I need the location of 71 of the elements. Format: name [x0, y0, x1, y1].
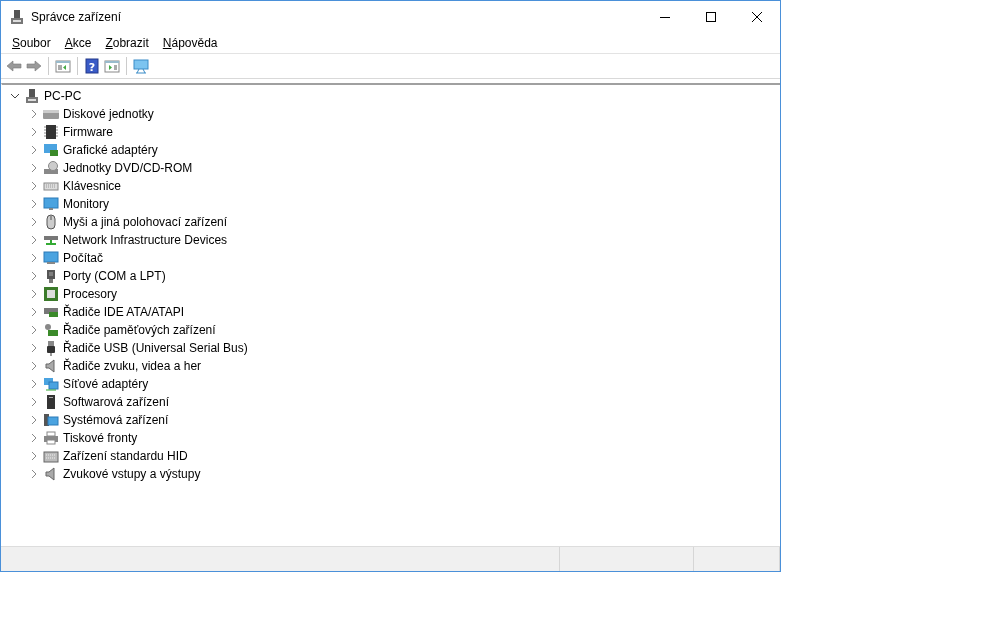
- keyboard-icon: [43, 448, 59, 464]
- app-icon: [9, 8, 25, 25]
- tree-item[interactable]: Síťové adaptéry: [63, 375, 149, 393]
- controller-card-icon: [43, 322, 59, 338]
- expand-chevron-icon[interactable]: [29, 253, 39, 263]
- tree-item[interactable]: Tiskové fronty: [63, 429, 138, 447]
- tree-item[interactable]: Systémová zařízení: [63, 411, 169, 429]
- tree-item[interactable]: Procesory: [63, 285, 118, 303]
- menu-item[interactable]: Soubor: [5, 33, 58, 52]
- menu-item[interactable]: Akce: [57, 33, 99, 52]
- expand-chevron-icon[interactable]: [29, 451, 39, 461]
- tree-item[interactable]: Diskové jednotky: [63, 105, 154, 123]
- processor-icon: [43, 286, 59, 302]
- tree-item[interactable]: Myši a jiná polohovací zařízení: [63, 213, 228, 231]
- tree-item[interactable]: Softwarová zařízení: [63, 393, 170, 411]
- back-arrow-icon[interactable]: [6, 58, 22, 74]
- tree-item[interactable]: Řadiče paměťových zařízení: [63, 321, 216, 339]
- expand-chevron-icon[interactable]: [29, 469, 39, 479]
- expand-chevron-icon[interactable]: [29, 235, 39, 245]
- expand-chevron-icon[interactable]: [29, 271, 39, 281]
- monitor-icon: [43, 196, 59, 212]
- menu-item[interactable]: Nápověda: [155, 33, 225, 52]
- forward-arrow-icon[interactable]: [26, 58, 42, 74]
- expand-chevron-icon[interactable]: [29, 379, 39, 389]
- mouse-icon: [43, 214, 59, 230]
- tree-item[interactable]: Network Infrastructure Devices: [63, 231, 228, 249]
- tree-item[interactable]: Zařízení standardu HID: [63, 447, 188, 465]
- expand-chevron-icon[interactable]: [29, 343, 39, 353]
- expand-chevron-icon[interactable]: [29, 109, 39, 119]
- monitor-icon: [43, 250, 59, 266]
- computer-icon: [43, 412, 59, 428]
- tree-item[interactable]: Firmware: [63, 123, 113, 141]
- tree-item[interactable]: Počítač: [63, 249, 104, 267]
- expand-chevron-icon[interactable]: [29, 145, 39, 155]
- expand-chevron-icon[interactable]: [29, 127, 39, 137]
- help-icon[interactable]: ?: [84, 58, 100, 74]
- optical-drive-icon: [43, 160, 59, 176]
- window-title: Správce zařízení: [31, 8, 123, 26]
- tree-item[interactable]: Grafické adaptéry: [63, 141, 158, 159]
- console-tree-icon[interactable]: [55, 58, 71, 74]
- maximize-icon: [706, 11, 716, 22]
- computer-icon: [24, 88, 40, 104]
- expand-chevron-icon[interactable]: [29, 163, 39, 173]
- tree-item[interactable]: Řadiče zvuku, videa a her: [63, 357, 202, 375]
- tree-item[interactable]: Jednotky DVD/CD-ROM: [63, 159, 193, 177]
- expand-chevron-icon[interactable]: [29, 325, 39, 335]
- expand-chevron-icon[interactable]: [29, 289, 39, 299]
- tree-item[interactable]: Klávesnice: [63, 177, 122, 195]
- close-icon: [752, 11, 762, 22]
- expand-chevron-icon[interactable]: [29, 397, 39, 407]
- expand-chevron-icon[interactable]: [29, 361, 39, 371]
- tree-item[interactable]: Porty (COM a LPT): [63, 267, 166, 285]
- chip-icon: [43, 124, 59, 140]
- printer-icon: [43, 430, 59, 446]
- monitor-card-icon: [43, 142, 59, 158]
- expand-chevron-icon[interactable]: [29, 415, 39, 425]
- expand-chevron-icon[interactable]: [29, 307, 39, 317]
- expand-chevron-icon[interactable]: [29, 217, 39, 227]
- tree-item[interactable]: Řadiče USB (Universal Serial Bus): [63, 339, 248, 357]
- tree-item[interactable]: Zvukové vstupy a výstupy: [63, 465, 201, 483]
- tree-item[interactable]: Řadiče IDE ATA/ATAPI: [63, 303, 185, 321]
- properties-icon[interactable]: [104, 58, 120, 74]
- tree-item[interactable]: Monitory: [63, 195, 109, 213]
- expand-chevron-icon[interactable]: [29, 181, 39, 191]
- expand-chevron-icon[interactable]: [29, 433, 39, 443]
- monitor-scan-icon[interactable]: [133, 58, 149, 74]
- menu-item[interactable]: Zobrazit: [98, 33, 156, 52]
- network-adapter-icon: [43, 376, 59, 392]
- collapse-chevron-icon[interactable]: [10, 91, 20, 101]
- tree-item[interactable]: PC-PC: [44, 87, 82, 105]
- expand-chevron-icon[interactable]: [29, 199, 39, 209]
